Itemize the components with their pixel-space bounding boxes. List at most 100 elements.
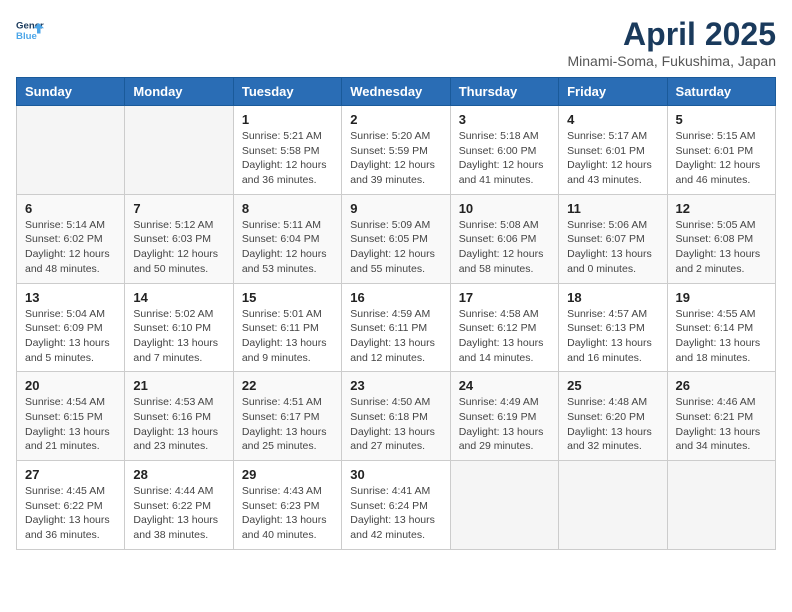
day-number: 8 — [242, 201, 333, 216]
day-info: Sunrise: 4:46 AMSunset: 6:21 PMDaylight:… — [676, 395, 767, 454]
day-info: Sunrise: 4:53 AMSunset: 6:16 PMDaylight:… — [133, 395, 224, 454]
day-number: 22 — [242, 378, 333, 393]
day-info: Sunrise: 5:12 AMSunset: 6:03 PMDaylight:… — [133, 218, 224, 277]
day-info: Sunrise: 5:11 AMSunset: 6:04 PMDaylight:… — [242, 218, 333, 277]
day-number: 26 — [676, 378, 767, 393]
day-number: 2 — [350, 112, 441, 127]
day-number: 11 — [567, 201, 658, 216]
day-cell — [17, 106, 125, 195]
day-cell: 15 Sunrise: 5:01 AMSunset: 6:11 PMDayligh… — [233, 283, 341, 372]
location: Minami-Soma, Fukushima, Japan — [567, 53, 776, 69]
week-row-2: 6 Sunrise: 5:14 AMSunset: 6:02 PMDaylight… — [17, 194, 776, 283]
day-cell: 19Sunrise: 4:55 AMSunset: 6:14 PMDayligh… — [667, 283, 775, 372]
day-info: Sunrise: 4:58 AMSunset: 6:12 PMDaylight:… — [459, 307, 550, 366]
day-cell — [559, 461, 667, 550]
day-number: 17 — [459, 290, 550, 305]
day-info: Sunrise: 4:51 AMSunset: 6:17 PMDaylight:… — [242, 395, 333, 454]
day-cell: 10 Sunrise: 5:08 AMSunset: 6:06 PMDayligh… — [450, 194, 558, 283]
day-info: Sunrise: 5:09 AMSunset: 6:05 PMDaylight:… — [350, 218, 441, 277]
day-cell: 30 Sunrise: 4:41 AMSunset: 6:24 PMDayligh… — [342, 461, 450, 550]
calendar: SundayMondayTuesdayWednesdayThursdayFrid… — [16, 77, 776, 550]
day-cell: 14Sunrise: 5:02 AMSunset: 6:10 PMDayligh… — [125, 283, 233, 372]
weekday-header-monday: Monday — [125, 78, 233, 106]
day-info: Sunrise: 4:44 AMSunset: 6:22 PMDaylight:… — [133, 484, 224, 543]
day-info: Sunrise: 5:17 AMSunset: 6:01 PMDaylight:… — [567, 129, 658, 188]
day-cell: 29 Sunrise: 4:43 AMSunset: 6:23 PMDayligh… — [233, 461, 341, 550]
day-info: Sunrise: 4:41 AMSunset: 6:24 PMDaylight:… — [350, 484, 441, 543]
day-cell: 4 Sunrise: 5:17 AMSunset: 6:01 PMDaylight… — [559, 106, 667, 195]
day-info: Sunrise: 4:49 AMSunset: 6:19 PMDaylight:… — [459, 395, 550, 454]
day-number: 5 — [676, 112, 767, 127]
week-row-3: 13 Sunrise: 5:04 AMSunset: 6:09 PMDayligh… — [17, 283, 776, 372]
weekday-header-friday: Friday — [559, 78, 667, 106]
week-row-4: 20 Sunrise: 4:54 AMSunset: 6:15 PMDayligh… — [17, 372, 776, 461]
weekday-header-wednesday: Wednesday — [342, 78, 450, 106]
day-cell: 12 Sunrise: 5:05 AMSunset: 6:08 PMDayligh… — [667, 194, 775, 283]
day-number: 16 — [350, 290, 441, 305]
day-info: Sunrise: 4:54 AMSunset: 6:15 PMDaylight:… — [25, 395, 116, 454]
day-number: 6 — [25, 201, 116, 216]
day-cell: 22 Sunrise: 4:51 AMSunset: 6:17 PMDayligh… — [233, 372, 341, 461]
day-cell: 20 Sunrise: 4:54 AMSunset: 6:15 PMDayligh… — [17, 372, 125, 461]
day-number: 30 — [350, 467, 441, 482]
day-cell — [667, 461, 775, 550]
logo-icon: General Blue — [16, 16, 44, 44]
day-cell — [450, 461, 558, 550]
day-info: Sunrise: 5:18 AMSunset: 6:00 PMDaylight:… — [459, 129, 550, 188]
day-number: 4 — [567, 112, 658, 127]
day-info: Sunrise: 4:50 AMSunset: 6:18 PMDaylight:… — [350, 395, 441, 454]
day-cell: 13 Sunrise: 5:04 AMSunset: 6:09 PMDayligh… — [17, 283, 125, 372]
day-info: Sunrise: 5:08 AMSunset: 6:06 PMDaylight:… — [459, 218, 550, 277]
day-info: Sunrise: 5:14 AMSunset: 6:02 PMDaylight:… — [25, 218, 116, 277]
header: General Blue April 2025 Minami-Soma, Fuk… — [16, 16, 776, 69]
svg-text:Blue: Blue — [16, 31, 37, 42]
week-row-1: 1Sunrise: 5:21 AMSunset: 5:58 PMDaylight… — [17, 106, 776, 195]
day-cell: 26 Sunrise: 4:46 AMSunset: 6:21 PMDayligh… — [667, 372, 775, 461]
day-number: 15 — [242, 290, 333, 305]
day-number: 18 — [567, 290, 658, 305]
day-cell: 7Sunrise: 5:12 AMSunset: 6:03 PMDaylight… — [125, 194, 233, 283]
day-cell: 2 Sunrise: 5:20 AMSunset: 5:59 PMDaylight… — [342, 106, 450, 195]
day-number: 9 — [350, 201, 441, 216]
day-info: Sunrise: 5:20 AMSunset: 5:59 PMDaylight:… — [350, 129, 441, 188]
day-cell: 28 Sunrise: 4:44 AMSunset: 6:22 PMDayligh… — [125, 461, 233, 550]
day-number: 12 — [676, 201, 767, 216]
week-row-5: 27Sunrise: 4:45 AMSunset: 6:22 PMDayligh… — [17, 461, 776, 550]
day-cell: 3 Sunrise: 5:18 AMSunset: 6:00 PMDaylight… — [450, 106, 558, 195]
day-info: Sunrise: 5:04 AMSunset: 6:09 PMDaylight:… — [25, 307, 116, 366]
weekday-header-saturday: Saturday — [667, 78, 775, 106]
weekday-header-row: SundayMondayTuesdayWednesdayThursdayFrid… — [17, 78, 776, 106]
day-info: Sunrise: 5:05 AMSunset: 6:08 PMDaylight:… — [676, 218, 767, 277]
logo: General Blue — [16, 16, 44, 44]
day-cell: 25Sunrise: 4:48 AMSunset: 6:20 PMDayligh… — [559, 372, 667, 461]
day-number: 28 — [133, 467, 224, 482]
month-title: April 2025 — [567, 16, 776, 53]
day-cell: 27Sunrise: 4:45 AMSunset: 6:22 PMDayligh… — [17, 461, 125, 550]
day-number: 23 — [350, 378, 441, 393]
day-number: 24 — [459, 378, 550, 393]
title-area: April 2025 Minami-Soma, Fukushima, Japan — [567, 16, 776, 69]
day-number: 10 — [459, 201, 550, 216]
day-cell: 21 Sunrise: 4:53 AMSunset: 6:16 PMDayligh… — [125, 372, 233, 461]
day-info: Sunrise: 4:55 AMSunset: 6:14 PMDaylight:… — [676, 307, 767, 366]
day-number: 20 — [25, 378, 116, 393]
day-number: 14 — [133, 290, 224, 305]
day-cell: 16 Sunrise: 4:59 AMSunset: 6:11 PMDayligh… — [342, 283, 450, 372]
day-cell: 18Sunrise: 4:57 AMSunset: 6:13 PMDayligh… — [559, 283, 667, 372]
day-cell: 8 Sunrise: 5:11 AMSunset: 6:04 PMDaylight… — [233, 194, 341, 283]
day-number: 13 — [25, 290, 116, 305]
day-info: Sunrise: 5:15 AMSunset: 6:01 PMDaylight:… — [676, 129, 767, 188]
day-cell: 6 Sunrise: 5:14 AMSunset: 6:02 PMDaylight… — [17, 194, 125, 283]
day-info: Sunrise: 5:01 AMSunset: 6:11 PMDaylight:… — [242, 307, 333, 366]
day-cell: 11Sunrise: 5:06 AMSunset: 6:07 PMDayligh… — [559, 194, 667, 283]
day-number: 29 — [242, 467, 333, 482]
day-info: Sunrise: 4:59 AMSunset: 6:11 PMDaylight:… — [350, 307, 441, 366]
day-info: Sunrise: 5:21 AMSunset: 5:58 PMDaylight:… — [242, 129, 333, 188]
day-info: Sunrise: 4:43 AMSunset: 6:23 PMDaylight:… — [242, 484, 333, 543]
day-info: Sunrise: 4:48 AMSunset: 6:20 PMDaylight:… — [567, 395, 658, 454]
day-cell: 1Sunrise: 5:21 AMSunset: 5:58 PMDaylight… — [233, 106, 341, 195]
day-cell: 17 Sunrise: 4:58 AMSunset: 6:12 PMDayligh… — [450, 283, 558, 372]
day-number: 21 — [133, 378, 224, 393]
day-number: 3 — [459, 112, 550, 127]
day-number: 27 — [25, 467, 116, 482]
